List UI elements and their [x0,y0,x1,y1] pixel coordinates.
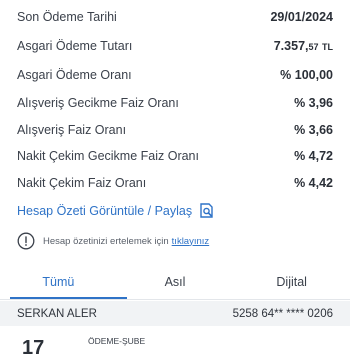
cash-late-rate-label: Nakit Çekim Gecikme Faiz Oranı [17,149,199,163]
view-share-statement-label: Hesap Özeti Görüntüle / Paylaş [17,204,193,218]
purchase-late-rate-label: Alışveriş Gecikme Faiz Oranı [17,96,179,110]
view-share-statement-link[interactable]: Hesap Özeti Görüntüle / Paylaş [17,200,216,222]
cash-rate-value: % 4,42 [294,176,333,190]
purchase-late-rate-value: % 3,96 [294,96,333,110]
info-circle-icon [17,232,35,250]
defer-statement-info: Hesap özetinizi ertelemek için tıklayını… [17,230,209,252]
statement-type-tabs: Tümü Asıl Dijital [0,266,350,298]
cash-late-rate-value: % 4,72 [294,149,333,163]
tabs-divider [0,299,350,300]
due-date-value: 29/01/2024 [270,10,333,24]
defer-click-link[interactable]: tıklayınız [172,236,210,247]
min-payment-cents: 57 [308,42,319,52]
summary-row-cash-late-rate: Nakit Çekim Gecikme Faiz Oranı % 4,72 [17,145,333,167]
summary-row-min-payment-rate: Asgari Ödeme Oranı % 100,00 [17,64,333,86]
min-payment-label: Asgari Ödeme Tutarı [17,39,133,53]
summary-row-purchase-rate: Alışveriş Faiz Oranı % 3,66 [17,119,333,141]
tab-original[interactable]: Asıl [117,266,234,298]
card-holder-name: SERKAN ALER [17,307,97,320]
summary-row-purchase-late-rate: Alışveriş Gecikme Faiz Oranı % 3,96 [17,92,333,114]
card-number: 5258 64** **** 0206 [232,307,333,320]
transaction-item[interactable]: 17 ÖDEME-ŞUBE [0,328,350,358]
purchase-rate-label: Alışveriş Faiz Oranı [17,123,127,137]
min-payment-currency: TL [322,42,333,52]
min-payment-value: 7.357,57 TL [274,39,333,53]
document-search-icon [200,203,213,218]
purchase-rate-value: % 3,66 [294,123,333,137]
summary-row-due-date: Son Ödeme Tarihi 29/01/2024 [17,6,333,28]
card-header: SERKAN ALER 5258 64** **** 0206 [0,301,350,326]
tab-digital[interactable]: Dijital [233,266,350,298]
min-payment-rate-value: % 100,00 [280,68,333,82]
transaction-description: ÖDEME-ŞUBE [88,336,146,346]
defer-info-text: Hesap özetinizi ertelemek için [43,235,169,247]
summary-row-min-payment: Asgari Ödeme Tutarı 7.357,57 TL [17,35,333,57]
min-payment-rate-label: Asgari Ödeme Oranı [17,68,132,82]
summary-row-cash-rate: Nakit Çekim Faiz Oranı % 4,42 [17,172,333,194]
cash-rate-label: Nakit Çekim Faiz Oranı [17,176,147,190]
due-date-label: Son Ödeme Tarihi [17,10,117,24]
min-payment-main: 7.357, [273,39,309,53]
transaction-day: 17 [22,337,45,359]
tab-all[interactable]: Tümü [0,266,117,298]
